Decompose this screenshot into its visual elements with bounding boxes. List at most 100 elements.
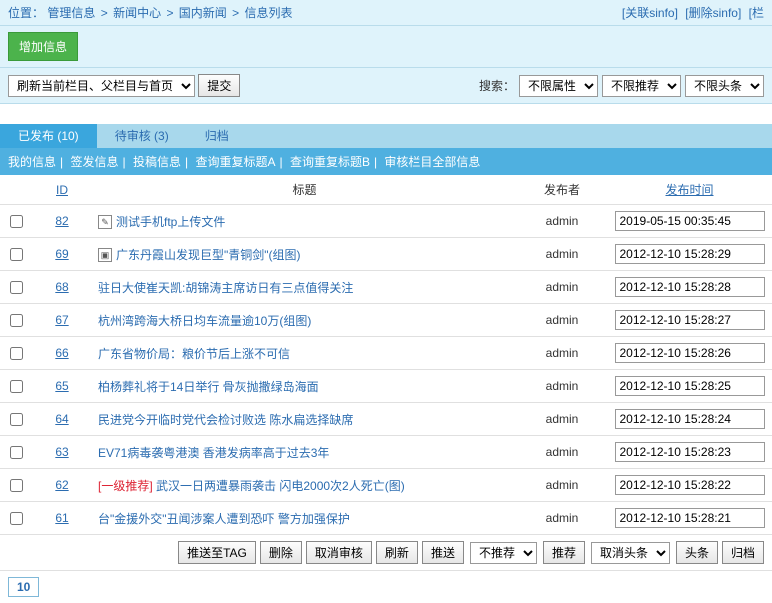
row-id-link[interactable]: 62 — [55, 478, 68, 492]
col-title: 标题 — [92, 175, 517, 205]
col-time: 发布时间 — [607, 175, 772, 205]
row-id-link[interactable]: 67 — [55, 313, 68, 327]
row-title-link[interactable]: 测试手机ftp上传文件 — [116, 215, 225, 229]
row-id-link[interactable]: 66 — [55, 346, 68, 360]
refresh-submit-button[interactable]: 提交 — [198, 74, 240, 97]
row-checkbox[interactable] — [10, 281, 23, 294]
row-time-input[interactable] — [615, 310, 765, 330]
filter-submit[interactable]: 投稿信息 — [133, 155, 181, 169]
row-publisher: admin — [517, 436, 607, 469]
refresh-button[interactable]: 刷新 — [376, 541, 418, 564]
row-time-input[interactable] — [615, 409, 765, 429]
row-title-link[interactable]: 广东丹霞山发现巨型"青铜剑"(组图) — [116, 248, 301, 262]
delete-button[interactable]: 删除 — [260, 541, 302, 564]
filter-dup-a[interactable]: 查询重复标题A — [195, 155, 275, 169]
row-checkbox[interactable] — [10, 380, 23, 393]
search-attr-select[interactable]: 不限属性 — [519, 75, 598, 97]
cancel-audit-button[interactable]: 取消审核 — [306, 541, 372, 564]
sort-time[interactable]: 发布时间 — [665, 183, 713, 197]
row-title-link[interactable]: 柏杨葬礼将于14日举行 骨灰抛撒绿岛海面 — [98, 380, 319, 394]
row-publisher: admin — [517, 469, 607, 502]
row-id-link[interactable]: 64 — [55, 412, 68, 426]
archive-button[interactable]: 归档 — [722, 541, 764, 564]
row-time-input[interactable] — [615, 475, 765, 495]
row-checkbox[interactable] — [10, 479, 23, 492]
row-checkbox[interactable] — [10, 512, 23, 525]
link-delete-sinfo[interactable]: [删除sinfo] — [685, 6, 741, 20]
col-id: ID — [32, 175, 92, 205]
crumb-item[interactable]: 管理信息 — [47, 6, 95, 20]
col-checkbox — [0, 175, 32, 205]
table-row: 67杭州湾跨海大桥日均车流量逾10万(组图)admin — [0, 304, 772, 337]
row-id-link[interactable]: 69 — [55, 247, 68, 261]
breadcrumb-bar: 位置： 管理信息 > 新闻中心 > 国内新闻 > 信息列表 [关联sinfo] … — [0, 0, 772, 26]
row-publisher: admin — [517, 370, 607, 403]
row-time-input[interactable] — [615, 211, 765, 231]
push-button[interactable]: 推送 — [422, 541, 464, 564]
crumb-item[interactable]: 国内新闻 — [179, 6, 227, 20]
link-col[interactable]: [栏 — [749, 6, 764, 20]
row-title-link[interactable]: EV71病毒袭粤港澳 香港发病率高于过去3年 — [98, 446, 329, 460]
row-id-link[interactable]: 65 — [55, 379, 68, 393]
table-row: 69▣广东丹霞山发现巨型"青铜剑"(组图)admin — [0, 238, 772, 271]
row-publisher: admin — [517, 502, 607, 535]
headline-button[interactable]: 头条 — [676, 541, 718, 564]
table-header-row: ID 标题 发布者 发布时间 — [0, 175, 772, 205]
row-time-input[interactable] — [615, 343, 765, 363]
info-table: ID 标题 发布者 发布时间 82✎测试手机ftp上传文件admin69▣广东丹… — [0, 175, 772, 535]
filter-my[interactable]: 我的信息 — [8, 155, 56, 169]
search-head-select[interactable]: 不限头条 — [685, 75, 764, 97]
filter-dup-b[interactable]: 查询重复标题B — [290, 155, 370, 169]
row-id-link[interactable]: 63 — [55, 445, 68, 459]
table-row: 68驻日大使崔天凯:胡锦涛主席访日有三点值得关注admin — [0, 271, 772, 304]
tab-archived[interactable]: 归档 — [187, 124, 247, 148]
push-tag-button[interactable]: 推送至TAG — [178, 541, 256, 564]
tabs: 已发布 (10) 待审核 (3) 归档 — [0, 124, 772, 148]
row-id-link[interactable]: 61 — [55, 511, 68, 525]
row-publisher: admin — [517, 337, 607, 370]
tab-published[interactable]: 已发布 (10) — [0, 124, 97, 148]
search-group: 搜索： 不限属性 不限推荐 不限头条 — [479, 75, 764, 97]
row-time-input[interactable] — [615, 244, 765, 264]
row-time-input[interactable] — [615, 508, 765, 528]
row-checkbox[interactable] — [10, 347, 23, 360]
row-title-link[interactable]: 驻日大使崔天凯:胡锦涛主席访日有三点值得关注 — [98, 281, 353, 295]
row-title-link[interactable]: 杭州湾跨海大桥日均车流量逾10万(组图) — [98, 314, 311, 328]
recommend-select[interactable]: 不推荐 — [470, 542, 537, 564]
filter-sign[interactable]: 签发信息 — [70, 155, 118, 169]
row-title-link[interactable]: 广东省物价局：粮价节后上涨不可信 — [98, 347, 290, 361]
recommend-button[interactable]: 推荐 — [543, 541, 585, 564]
row-checkbox[interactable] — [10, 314, 23, 327]
headline-select[interactable]: 取消头条 — [591, 542, 670, 564]
row-title-link[interactable]: 武汉一日两遭暴雨袭击 闪电2000次2人死亡(图) — [156, 479, 405, 493]
table-row: 64民进党今开临时党代会检讨败选 陈水扁选择缺席admin — [0, 403, 772, 436]
search-rec-select[interactable]: 不限推荐 — [602, 75, 681, 97]
sort-id[interactable]: ID — [56, 183, 68, 197]
refresh-scope-select[interactable]: 刷新当前栏目、父栏目与首页 — [8, 75, 195, 97]
tab-pending[interactable]: 待审核 (3) — [97, 124, 187, 148]
row-checkbox[interactable] — [10, 413, 23, 426]
crumb-item[interactable]: 新闻中心 — [113, 6, 161, 20]
row-checkbox[interactable] — [10, 215, 23, 228]
filter-audit-all[interactable]: 审核栏目全部信息 — [384, 155, 480, 169]
table-row: 65 柏杨葬礼将于14日举行 骨灰抛撒绿岛海面 admin — [0, 370, 772, 403]
row-checkbox[interactable] — [10, 248, 23, 261]
table-row: 62[一级推荐] 武汉一日两遭暴雨袭击 闪电2000次2人死亡(图)admin — [0, 469, 772, 502]
row-id-link[interactable]: 82 — [55, 214, 68, 228]
table-row: 66 广东省物价局：粮价节后上涨不可信 admin — [0, 337, 772, 370]
link-assoc-sinfo[interactable]: [关联sinfo] — [622, 6, 678, 20]
row-title-link[interactable]: 民进党今开临时党代会检讨败选 陈水扁选择缺席 — [98, 413, 353, 427]
row-title-link[interactable]: 台"金援外交"丑闻涉案人遭到恐吓 警方加强保护 — [98, 512, 350, 526]
col-publisher: 发布者 — [517, 175, 607, 205]
row-id-link[interactable]: 68 — [55, 280, 68, 294]
row-checkbox[interactable] — [10, 446, 23, 459]
row-time-input[interactable] — [615, 277, 765, 297]
breadcrumb-actions: [关联sinfo] [删除sinfo] [栏 — [618, 4, 764, 21]
crumb-item[interactable]: 信息列表 — [245, 6, 293, 20]
table-row: 82✎测试手机ftp上传文件admin — [0, 205, 772, 238]
table-row: 63 EV71病毒袭粤港澳 香港发病率高于过去3年 admin — [0, 436, 772, 469]
page-current[interactable]: 10 — [8, 577, 39, 597]
row-time-input[interactable] — [615, 376, 765, 396]
add-info-button[interactable]: 增加信息 — [8, 32, 78, 61]
row-time-input[interactable] — [615, 442, 765, 462]
